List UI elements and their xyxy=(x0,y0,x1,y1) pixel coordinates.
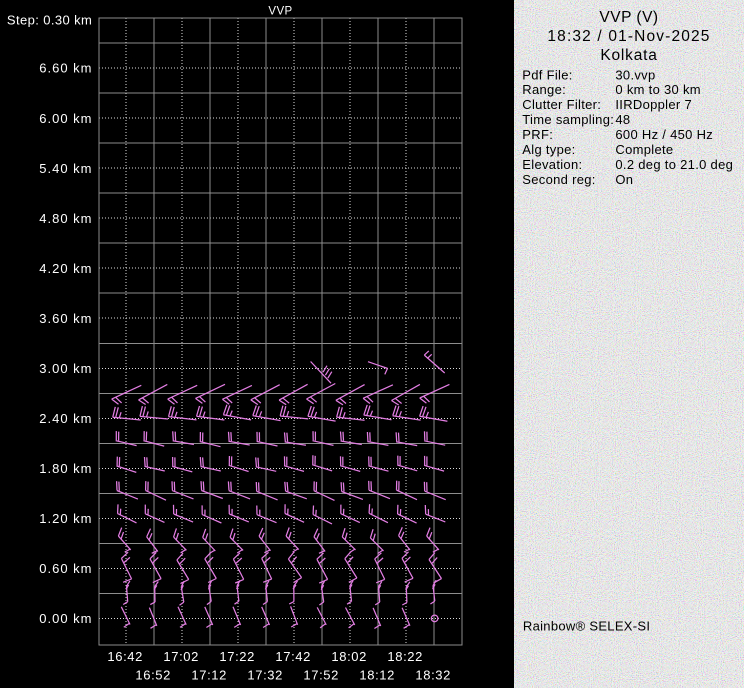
svg-text:1.20 km: 1.20 km xyxy=(39,511,92,526)
svg-text:On: On xyxy=(615,172,633,187)
svg-text:16:42: 16:42 xyxy=(107,649,143,664)
svg-text:Elevation:: Elevation: xyxy=(522,157,582,172)
svg-text:48: 48 xyxy=(615,112,630,127)
svg-text:18:32: 18:32 xyxy=(415,668,451,683)
svg-text:18:22: 18:22 xyxy=(387,649,423,664)
svg-text:6.00 km: 6.00 km xyxy=(39,111,92,126)
svg-text:Second reg:: Second reg: xyxy=(522,172,595,187)
svg-text:18:02: 18:02 xyxy=(331,649,367,664)
svg-text:0.2 deg to 21.0 deg: 0.2 deg to 21.0 deg xyxy=(615,157,733,172)
svg-text:Pdf File:: Pdf File: xyxy=(522,67,572,82)
svg-text:18:12: 18:12 xyxy=(359,668,395,683)
svg-text:18:32 / 01-Nov-2025: 18:32 / 01-Nov-2025 xyxy=(547,28,710,45)
svg-text:17:42: 17:42 xyxy=(275,649,311,664)
svg-text:17:32: 17:32 xyxy=(247,668,283,683)
svg-text:3.00 km: 3.00 km xyxy=(39,361,92,376)
svg-text:17:12: 17:12 xyxy=(191,668,227,683)
svg-text:5.40 km: 5.40 km xyxy=(39,161,92,176)
svg-text:VVP (V): VVP (V) xyxy=(599,9,658,26)
svg-text:16:52: 16:52 xyxy=(135,668,171,683)
svg-text:Time sampling:: Time sampling: xyxy=(522,112,614,127)
svg-text:0 km to 30 km: 0 km to 30 km xyxy=(615,82,701,97)
svg-text:2.40 km: 2.40 km xyxy=(39,411,92,426)
svg-text:Kolkata: Kolkata xyxy=(600,47,657,64)
svg-text:0.60 km: 0.60 km xyxy=(39,561,92,576)
svg-text:17:52: 17:52 xyxy=(303,668,339,683)
svg-text:PRF:: PRF: xyxy=(522,127,553,142)
svg-text:IIRDoppler 7: IIRDoppler 7 xyxy=(615,97,692,112)
svg-text:Rainbow® SELEX-SI: Rainbow® SELEX-SI xyxy=(523,619,650,634)
svg-text:30.vvp: 30.vvp xyxy=(615,67,655,82)
svg-text:Range:: Range: xyxy=(522,82,566,97)
svg-text:Complete: Complete xyxy=(615,142,673,157)
svg-text:0.00 km: 0.00 km xyxy=(39,611,92,626)
svg-text:4.20 km: 4.20 km xyxy=(39,261,92,276)
svg-text:6.60 km: 6.60 km xyxy=(39,61,92,76)
svg-text:4.80 km: 4.80 km xyxy=(39,211,92,226)
svg-text:1.80 km: 1.80 km xyxy=(39,461,92,476)
svg-text:VVP: VVP xyxy=(268,5,292,17)
svg-text:3.60 km: 3.60 km xyxy=(39,311,92,326)
svg-text:Alg type:: Alg type: xyxy=(522,142,575,157)
svg-text:17:02: 17:02 xyxy=(163,649,199,664)
svg-text:Step: 0.30 km: Step: 0.30 km xyxy=(7,13,92,28)
svg-text:Clutter Filter:: Clutter Filter: xyxy=(522,97,601,112)
svg-text:600 Hz / 450 Hz: 600 Hz / 450 Hz xyxy=(615,127,713,142)
svg-text:17:22: 17:22 xyxy=(219,649,255,664)
